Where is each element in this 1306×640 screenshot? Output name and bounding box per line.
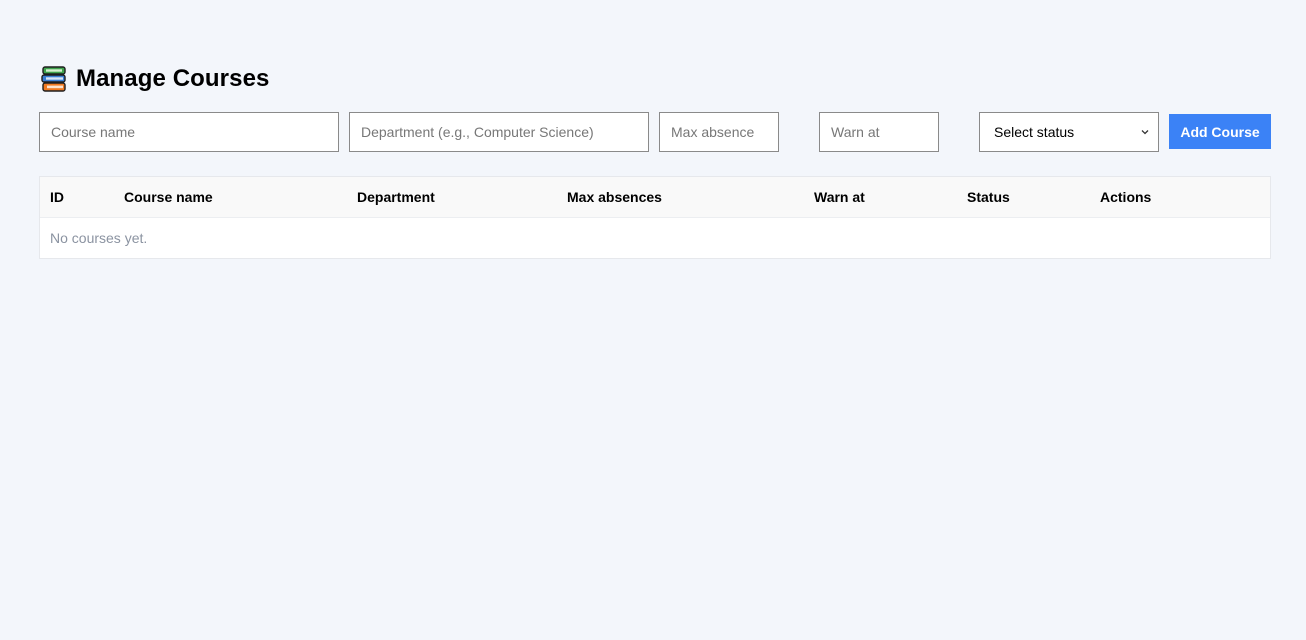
add-course-button[interactable]: Add Course xyxy=(1169,114,1271,149)
max-absence-input[interactable] xyxy=(659,112,779,152)
warn-at-input[interactable] xyxy=(819,112,939,152)
status-select[interactable]: Select status xyxy=(979,112,1159,152)
column-header-warn-at: Warn at xyxy=(804,177,957,218)
manage-courses-page: Manage Courses Select status Add Course … xyxy=(0,0,1306,640)
table-header-row: ID Course name Department Max absences W… xyxy=(40,177,1270,218)
department-input[interactable] xyxy=(349,112,649,152)
books-icon xyxy=(41,66,66,92)
page-title: Manage Courses xyxy=(76,65,270,92)
empty-table-message: No courses yet. xyxy=(50,230,148,246)
table-row: No courses yet. xyxy=(40,218,1270,259)
column-header-actions: Actions xyxy=(1090,177,1270,218)
courses-table: ID Course name Department Max absences W… xyxy=(39,176,1271,259)
chevron-down-icon xyxy=(1141,130,1149,135)
column-header-status: Status xyxy=(957,177,1090,218)
column-header-course-name: Course name xyxy=(114,177,347,218)
page-header: Manage Courses xyxy=(40,63,269,95)
course-name-input[interactable] xyxy=(39,112,339,152)
column-header-id: ID xyxy=(40,177,114,218)
column-header-max-absences: Max absences xyxy=(557,177,804,218)
column-header-department: Department xyxy=(347,177,557,218)
status-select-value: Select status xyxy=(994,124,1075,140)
